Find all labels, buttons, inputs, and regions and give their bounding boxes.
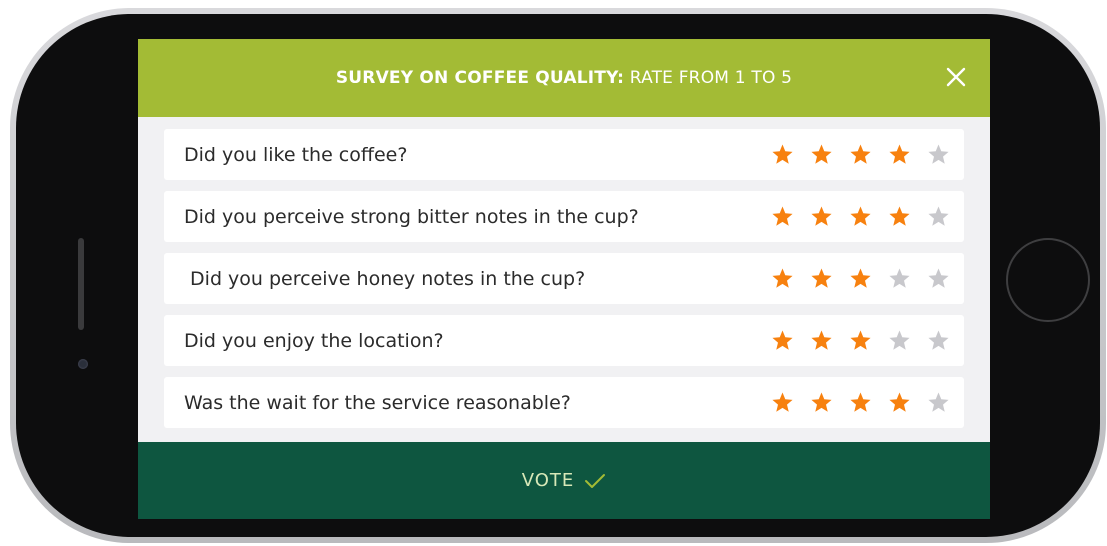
survey-title: SURVEY ON COFFEE QUALITY: RATE FROM 1 TO… <box>336 68 792 88</box>
star-rating <box>771 391 950 414</box>
survey-title-bold: SURVEY ON COFFEE QUALITY: <box>335 68 625 88</box>
vote-label: VOTE <box>521 470 575 491</box>
star-rating <box>771 205 950 228</box>
question-text: Did you perceive honey notes in the cup? <box>184 267 586 290</box>
star-icon[interactable] <box>771 329 794 352</box>
question-text: Did you perceive strong bitter notes in … <box>184 205 639 228</box>
star-icon[interactable] <box>927 391 950 414</box>
question-list: Did you like the coffee? Did you perceive… <box>138 117 990 428</box>
star-icon[interactable] <box>888 267 911 290</box>
question-row: Did you like the coffee? <box>164 129 964 180</box>
star-icon[interactable] <box>771 205 794 228</box>
star-icon[interactable] <box>849 329 872 352</box>
question-row: Did you perceive strong bitter notes in … <box>164 191 964 242</box>
question-row: Was the wait for the service reasonable? <box>164 377 964 428</box>
star-icon[interactable] <box>849 143 872 166</box>
star-icon[interactable] <box>810 329 833 352</box>
star-icon[interactable] <box>810 205 833 228</box>
star-icon[interactable] <box>849 267 872 290</box>
star-icon[interactable] <box>927 267 950 290</box>
star-rating <box>771 267 950 290</box>
phone-camera <box>78 359 88 369</box>
star-icon[interactable] <box>810 143 833 166</box>
star-icon[interactable] <box>771 267 794 290</box>
phone-speaker <box>78 238 84 330</box>
vote-button[interactable]: VOTE <box>138 442 990 519</box>
star-rating <box>771 329 950 352</box>
survey-title-rest: RATE FROM 1 TO 5 <box>624 68 793 88</box>
star-icon[interactable] <box>927 143 950 166</box>
star-icon[interactable] <box>888 391 911 414</box>
star-icon[interactable] <box>849 205 872 228</box>
star-icon[interactable] <box>927 329 950 352</box>
star-icon[interactable] <box>888 329 911 352</box>
star-icon[interactable] <box>810 391 833 414</box>
question-text: Did you enjoy the location? <box>184 329 444 352</box>
star-icon[interactable] <box>810 267 833 290</box>
star-icon[interactable] <box>927 205 950 228</box>
home-button[interactable] <box>1006 238 1090 322</box>
star-icon[interactable] <box>849 391 872 414</box>
checkmark-icon <box>585 473 606 488</box>
star-icon[interactable] <box>888 205 911 228</box>
star-icon[interactable] <box>771 143 794 166</box>
close-icon[interactable] <box>944 65 968 89</box>
question-row: Did you enjoy the location? <box>164 315 964 366</box>
question-row: Did you perceive honey notes in the cup? <box>164 253 964 304</box>
star-icon[interactable] <box>771 391 794 414</box>
star-rating <box>771 143 950 166</box>
star-icon[interactable] <box>888 143 911 166</box>
question-text: Was the wait for the service reasonable? <box>184 391 571 414</box>
question-text: Did you like the coffee? <box>184 143 408 166</box>
survey-screen: SURVEY ON COFFEE QUALITY: RATE FROM 1 TO… <box>138 39 990 519</box>
survey-header: SURVEY ON COFFEE QUALITY: RATE FROM 1 TO… <box>138 39 990 117</box>
